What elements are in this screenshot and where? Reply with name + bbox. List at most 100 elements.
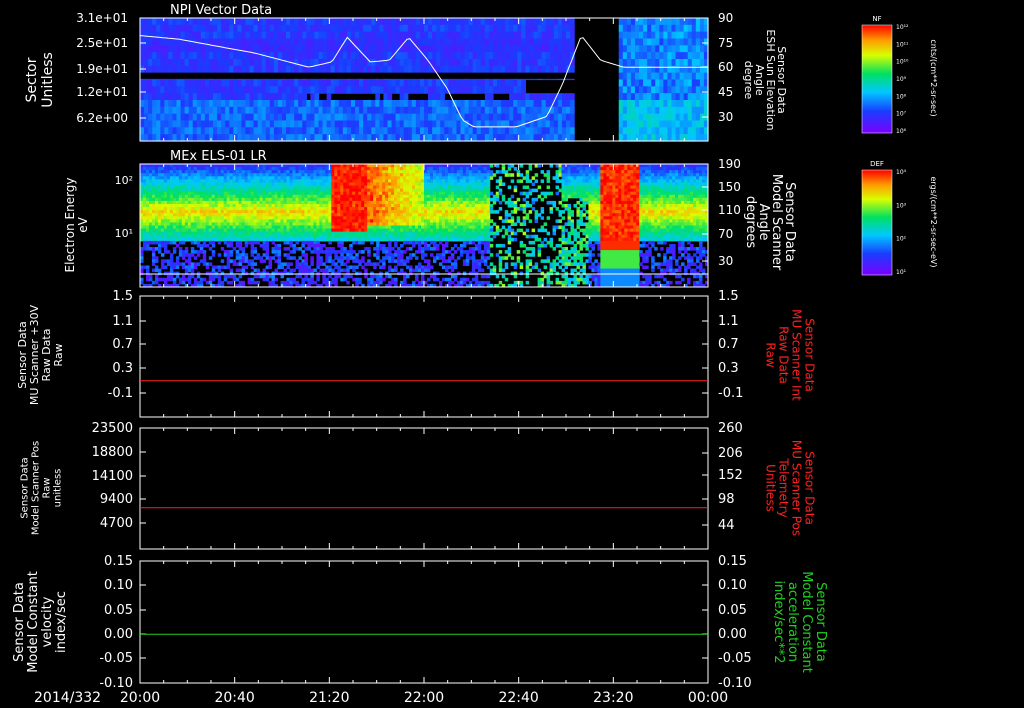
heat-cell [342,127,348,135]
heat-cell [168,24,174,33]
heat-cell [269,120,275,128]
heat-cell [265,173,270,177]
heat-cell [229,207,234,211]
heat-cell [367,134,372,142]
heat-cell [140,207,144,211]
heat-cell [184,38,190,46]
heat-cell [313,222,317,226]
heat-cell [253,228,258,233]
heat-cell [256,274,261,279]
heat-cell [286,200,290,205]
heat-cell [411,113,417,122]
heat-cell [687,59,693,67]
heat-cell [679,24,685,33]
heat-cell [265,197,270,202]
heat-cell [196,250,201,254]
heat-cell [163,179,168,183]
heat-cell [204,24,210,33]
heat-cell [142,207,147,211]
heat-cell [310,250,314,254]
heat-cell [307,164,311,168]
heat-cell [148,45,153,53]
heat-cell [205,173,210,177]
heat-cell [259,179,264,183]
heat-cell [166,164,171,168]
heat-cell [176,65,182,74]
heat-cell [460,52,466,60]
heat-cell [298,268,302,273]
heat-cell [618,100,624,108]
heat-cell [553,127,559,135]
heat-cell [432,79,437,87]
heat-cell [318,134,324,142]
heat-cell [245,59,251,67]
heat-cell [655,113,660,122]
heat-cell [391,120,397,128]
heat-cell [262,216,267,220]
heat-cell [256,253,261,257]
heat-cell [184,79,190,87]
heat-cell [319,216,323,220]
heat-cell [265,191,270,196]
heat-cell [217,219,222,223]
heat-cell [643,59,648,67]
heat-cell [274,207,279,211]
heat-cell [188,93,194,101]
heat-cell [364,203,368,208]
heat-cell [517,52,522,60]
heat-cell [232,231,237,236]
heat-cell [505,52,510,60]
heat-cell [367,210,371,214]
heat-cell [178,203,183,208]
heat-cell [476,127,482,135]
heat-cell [184,237,189,242]
heat-cell [265,100,271,108]
heat-cell [157,213,162,217]
heat-cell [618,106,624,115]
heat-cell [220,213,225,217]
heat-cell [314,113,320,122]
heat-cell [313,185,317,190]
heat-cell [626,18,632,26]
heat-cell [355,24,360,33]
heat-cell [306,18,311,26]
heat-cell [359,100,364,108]
heat-cell [259,225,264,230]
heat-cell [187,259,192,263]
heat-cell [364,207,368,211]
heat-cell [497,24,502,33]
heat-cell [262,231,267,236]
heat-cell [307,173,311,177]
heat-cell [525,52,531,60]
heat-cell [419,31,425,40]
heat-cell [148,79,153,87]
heat-cell [338,79,344,87]
heat-cell [199,167,204,171]
heat-cell [424,100,429,108]
heat-cell [253,45,259,53]
heat-cell [178,173,183,177]
heat-cell [541,127,547,135]
heat-cell [145,167,150,171]
heat-cell [140,219,144,223]
heat-cell [241,231,246,236]
heat-cell [277,194,282,199]
heat-cell [699,93,705,101]
heat-cell [322,250,326,254]
heat-cell [310,234,314,239]
heat-cell [671,120,677,128]
heat-cell [188,18,194,26]
heat-cell [229,219,234,223]
heat-cell [391,79,397,87]
heat-cell [675,113,681,122]
heat-cell [172,262,177,266]
heat-cell [144,65,149,74]
heat-cell [253,65,259,74]
heat-cell [241,188,246,193]
heat-cell [196,134,202,142]
heat-cell [160,18,165,26]
heat-cell [142,234,147,239]
heat-cell [307,216,311,220]
heat-cell [529,45,535,53]
heat-cell [367,228,371,233]
